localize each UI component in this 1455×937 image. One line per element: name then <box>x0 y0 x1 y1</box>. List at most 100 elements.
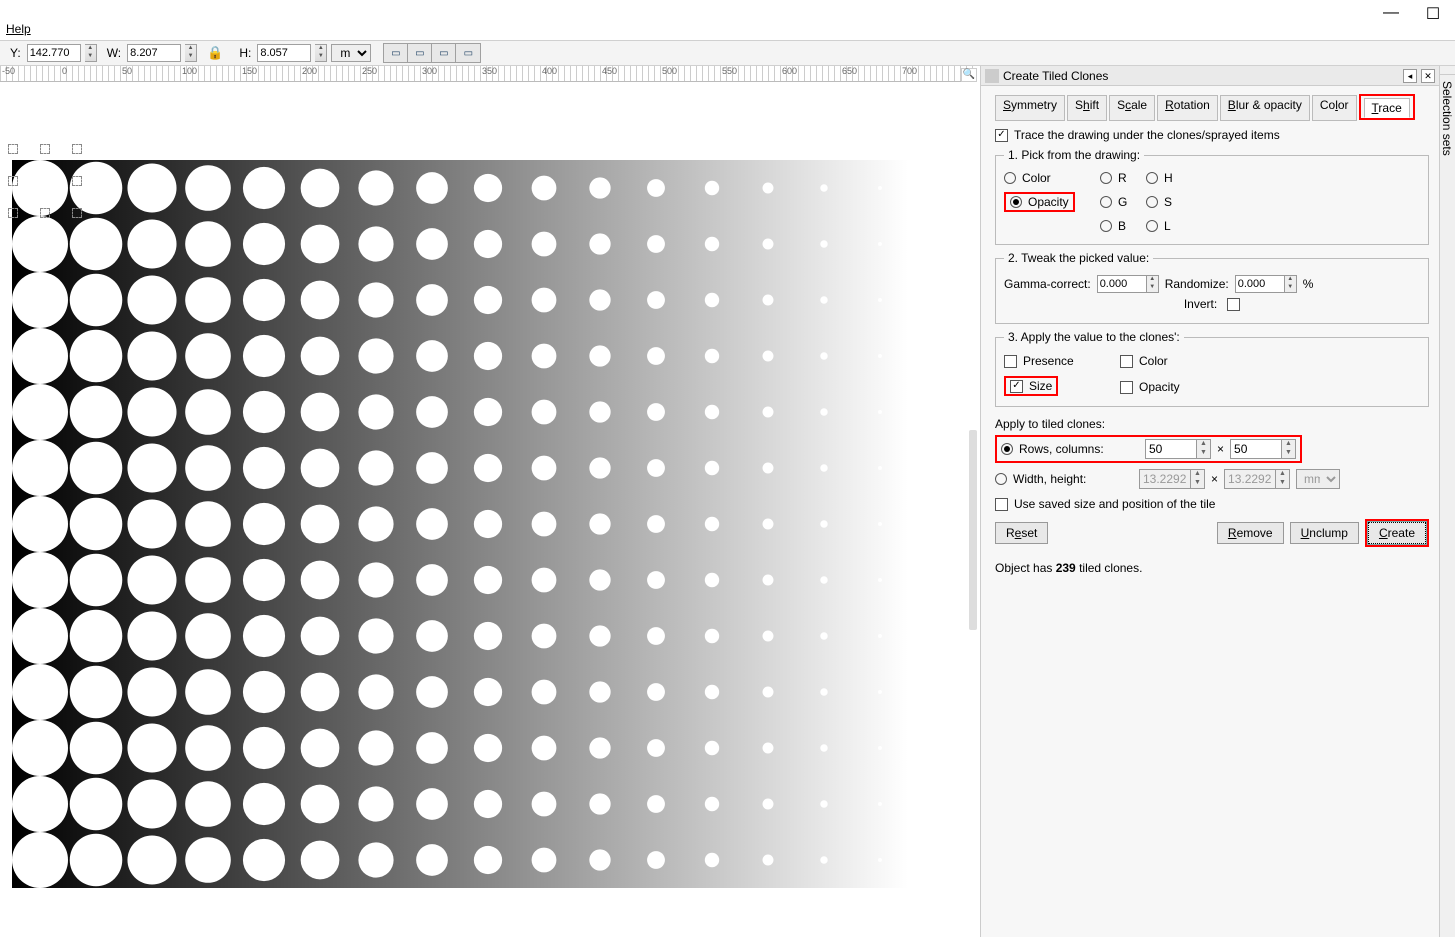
chk-use-saved[interactable] <box>995 498 1008 511</box>
tab-rotation[interactable]: Rotation <box>1157 95 1218 121</box>
gamma-label: Gamma-correct: <box>1004 277 1091 291</box>
radio-l[interactable] <box>1146 220 1158 232</box>
w-spin[interactable]: ▲▼ <box>185 44 197 62</box>
radio-s[interactable] <box>1146 196 1158 208</box>
w-label: W: <box>101 46 123 60</box>
side-tab-selection-sets[interactable]: Selection sets <box>1439 74 1455 937</box>
toolbar: Y: ▲▼ W: ▲▼ 🔒 H: ▲▼ mm ▭▭▭▭ <box>0 40 1455 66</box>
radio-g-label: G <box>1118 195 1127 209</box>
side-tab-strip: Selection sets Text and Font (Shift+Ctrl… <box>1439 66 1455 937</box>
randomize-label: Randomize: <box>1165 277 1229 291</box>
zoom-icon[interactable]: 🔍 <box>961 68 977 82</box>
h-input[interactable] <box>257 44 311 62</box>
reset-button[interactable]: Reset <box>995 522 1048 544</box>
section-tweak-legend: 2. Tweak the picked value: <box>1004 251 1153 265</box>
radio-rows-cols[interactable] <box>1001 443 1013 455</box>
radio-r-label: R <box>1118 171 1127 185</box>
section-pick: 1. Pick from the drawing: Color R H Opac… <box>995 148 1429 245</box>
section-tweak: 2. Tweak the picked value: Gamma-correct… <box>995 251 1429 324</box>
height-spin[interactable]: ▲▼ <box>1276 469 1290 489</box>
tab-shift[interactable]: Shift <box>1067 95 1107 121</box>
section-pick-legend: 1. Pick from the drawing: <box>1004 148 1144 162</box>
remove-button[interactable]: Remove <box>1217 522 1284 544</box>
scrollbar-vertical[interactable] <box>969 430 977 630</box>
pct-label: % <box>1303 277 1314 291</box>
h-spin[interactable]: ▲▼ <box>315 44 327 62</box>
rows-cols-label: Rows, columns: <box>1019 442 1139 456</box>
times-label: × <box>1217 442 1224 456</box>
selection-handles[interactable] <box>14 150 76 212</box>
radio-r[interactable] <box>1100 172 1112 184</box>
y-label: Y: <box>4 46 23 60</box>
ruler-horizontal: -500501001502002503003504004505005506006… <box>0 66 977 82</box>
canvas[interactable] <box>4 82 964 937</box>
trace-enable-label: Trace the drawing under the clones/spray… <box>1014 128 1280 142</box>
window-controls: — ☐ <box>1379 0 1455 24</box>
chk-opacity-label: Opacity <box>1139 380 1180 394</box>
wh-unit-select[interactable]: mm <box>1296 469 1340 489</box>
radio-opacity[interactable] <box>1010 196 1022 208</box>
chk-presence-label: Presence <box>1023 354 1074 368</box>
tab-symmetry[interactable]: Symmetry <box>995 95 1065 121</box>
radio-s-label: S <box>1164 195 1172 209</box>
chk-color[interactable] <box>1120 355 1133 368</box>
panel-title-text: Create Tiled Clones <box>1003 69 1108 83</box>
rows-spin[interactable]: ▲▼ <box>1197 439 1211 459</box>
maximize-icon[interactable]: ☐ <box>1421 4 1445 24</box>
section-apply: 3. Apply the value to the clones': Prese… <box>995 330 1429 407</box>
align-segment[interactable]: ▭▭▭▭ <box>383 43 481 63</box>
gamma-spin[interactable]: ▲▼ <box>1147 275 1159 293</box>
trace-enable-row: Trace the drawing under the clones/spray… <box>995 128 1429 142</box>
width-height-label: Width, height: <box>1013 472 1133 486</box>
chk-size[interactable] <box>1010 380 1023 393</box>
minimize-icon[interactable]: — <box>1379 4 1403 24</box>
radio-h[interactable] <box>1146 172 1158 184</box>
height-input[interactable] <box>1224 469 1276 489</box>
invert-checkbox[interactable] <box>1227 298 1240 311</box>
lock-icon[interactable]: 🔒 <box>201 45 229 61</box>
chk-opacity[interactable] <box>1120 381 1133 394</box>
y-spin[interactable]: ▲▼ <box>85 44 97 62</box>
apply-header: Apply to tiled clones: <box>995 417 1429 431</box>
radio-b[interactable] <box>1100 220 1112 232</box>
tab-strip: Symmetry Shift Scale Rotation Blur & opa… <box>995 94 1429 120</box>
chk-presence[interactable] <box>1004 355 1017 368</box>
unclump-button[interactable]: Unclump <box>1290 522 1359 544</box>
trace-enable-checkbox[interactable] <box>995 129 1008 142</box>
radio-width-height[interactable] <box>995 473 1007 485</box>
tab-blur[interactable]: Blur & opacity <box>1220 95 1310 121</box>
width-spin[interactable]: ▲▼ <box>1191 469 1205 489</box>
chk-color-label: Color <box>1139 354 1168 368</box>
cols-spin[interactable]: ▲▼ <box>1282 439 1296 459</box>
randomize-spin[interactable]: ▲▼ <box>1285 275 1297 293</box>
section-apply-legend: 3. Apply the value to the clones': <box>1004 330 1184 344</box>
radio-g[interactable] <box>1100 196 1112 208</box>
radio-color[interactable] <box>1004 172 1016 184</box>
tab-color[interactable]: Color <box>1312 95 1357 121</box>
tab-trace[interactable]: Trace <box>1364 98 1410 118</box>
unit-select[interactable]: mm <box>331 44 371 62</box>
menu-help[interactable]: Help <box>0 20 37 38</box>
width-input[interactable] <box>1139 469 1191 489</box>
panel-icon <box>985 69 999 83</box>
times-label-2: × <box>1211 472 1218 486</box>
w-input[interactable] <box>127 44 181 62</box>
randomize-input[interactable] <box>1235 275 1285 293</box>
radio-color-label: Color <box>1022 171 1051 185</box>
gamma-input[interactable] <box>1097 275 1147 293</box>
radio-h-label: H <box>1164 171 1173 185</box>
create-button[interactable]: Create <box>1368 522 1426 544</box>
cols-input[interactable] <box>1230 439 1282 459</box>
chk-size-label: Size <box>1029 379 1052 393</box>
undock-icon[interactable]: ◂ <box>1403 69 1417 83</box>
invert-label: Invert: <box>1184 297 1217 311</box>
panel-close-icon[interactable]: ✕ <box>1421 69 1435 83</box>
status-text: Object has 239 tiled clones. <box>995 561 1429 575</box>
panel-titlebar: Create Tiled Clones ◂ ✕ <box>981 66 1439 86</box>
rows-input[interactable] <box>1145 439 1197 459</box>
y-input[interactable] <box>27 44 81 62</box>
h-label: H: <box>233 46 253 60</box>
tiled-clones-panel: Selection sets Text and Font (Shift+Ctrl… <box>980 66 1455 937</box>
tab-scale[interactable]: Scale <box>1109 95 1155 121</box>
radio-b-label: B <box>1118 219 1126 233</box>
